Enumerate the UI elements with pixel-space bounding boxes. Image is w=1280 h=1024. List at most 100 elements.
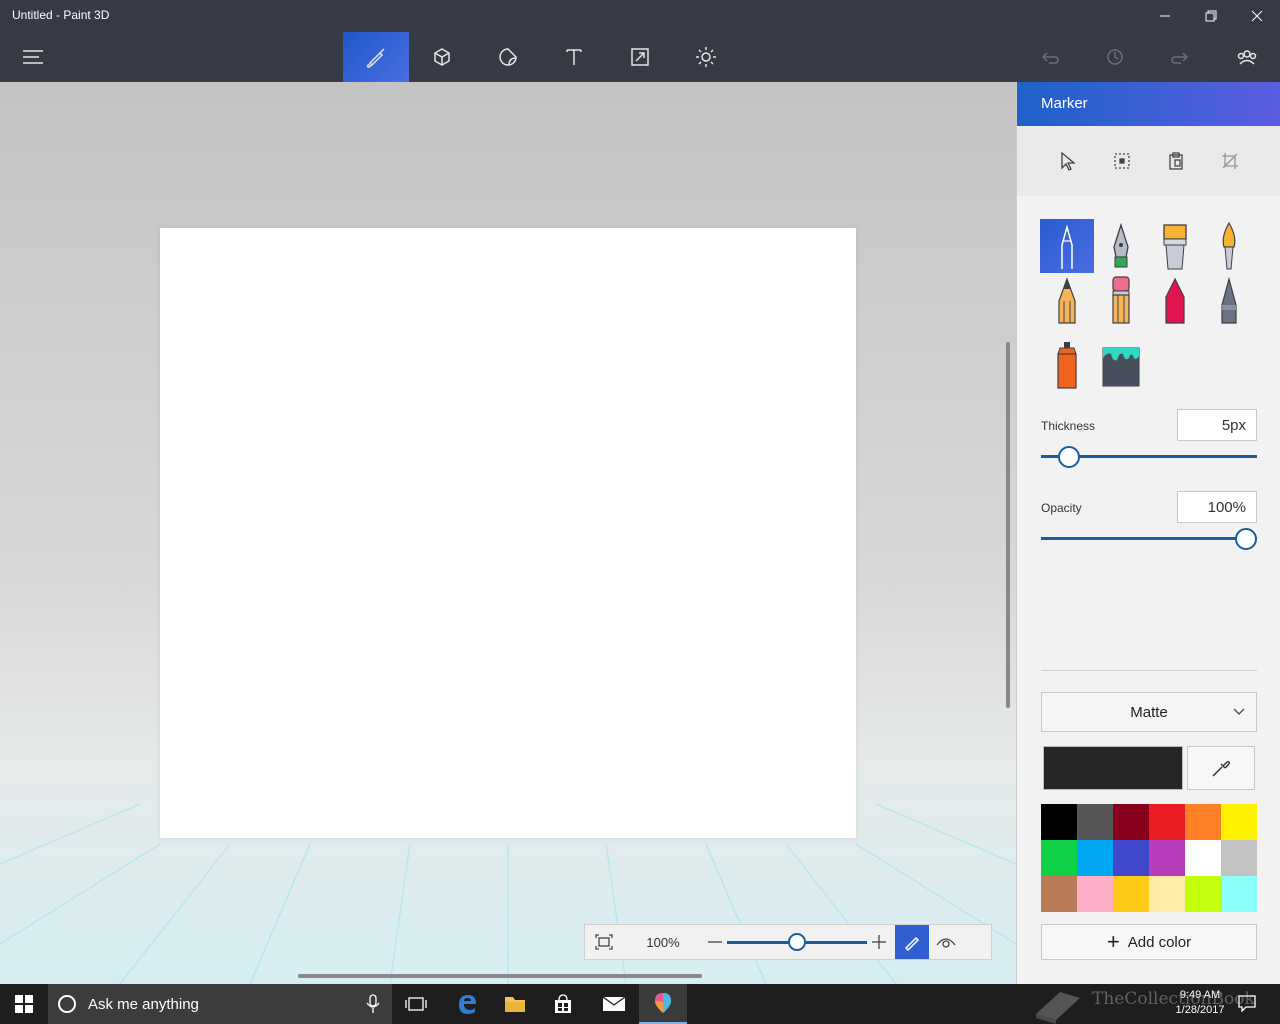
minimize-icon (1160, 15, 1170, 17)
palette-swatch[interactable] (1041, 876, 1077, 912)
palette-swatch[interactable] (1041, 840, 1077, 876)
mail-button[interactable] (590, 984, 638, 1024)
palette-swatch[interactable] (1113, 876, 1149, 912)
palette-swatch[interactable] (1077, 876, 1113, 912)
window-title: Untitled - Paint 3D (12, 8, 110, 22)
view-mode-button[interactable] (929, 925, 963, 959)
thickness-input[interactable]: 5px (1177, 409, 1257, 441)
pencil-icon (1058, 277, 1076, 324)
drawing-canvas[interactable] (160, 228, 856, 838)
palette-swatch[interactable] (1221, 876, 1257, 912)
marquee-tool-button[interactable] (1107, 146, 1137, 176)
palette-swatch[interactable] (1041, 804, 1077, 840)
palette-swatch[interactable] (1077, 840, 1113, 876)
task-view-icon (405, 997, 427, 1011)
thickness-slider-thumb[interactable] (1058, 446, 1080, 468)
palette-swatch[interactable] (1077, 804, 1113, 840)
palette-swatch[interactable] (1149, 876, 1185, 912)
edge-button[interactable] (443, 984, 491, 1024)
opacity-slider-thumb[interactable] (1235, 528, 1257, 550)
draw-mode-button[interactable] (895, 925, 929, 959)
palette-swatch[interactable] (1221, 840, 1257, 876)
tab-3d-objects[interactable] (409, 32, 475, 82)
opacity-input[interactable]: 100% (1177, 491, 1257, 523)
vertical-scrollbar[interactable] (1006, 342, 1010, 708)
title-bar: Untitled - Paint 3D (0, 0, 1280, 32)
zoom-out-button[interactable] (703, 925, 727, 959)
pixel-pen-icon (1221, 276, 1237, 324)
palette-swatch[interactable] (1185, 840, 1221, 876)
hamburger-icon (23, 50, 43, 64)
brush-icon (366, 48, 385, 68)
task-view-button[interactable] (392, 984, 440, 1024)
crop-tool-button[interactable] (1215, 146, 1245, 176)
close-button[interactable] (1234, 0, 1280, 32)
panel-title: Marker (1017, 82, 1280, 126)
minimize-button[interactable] (1142, 0, 1188, 32)
brush-spray-can[interactable] (1040, 338, 1094, 392)
palette-swatch[interactable] (1149, 840, 1185, 876)
file-explorer-icon (505, 997, 525, 1012)
brush-calligraphy-pen[interactable] (1094, 219, 1148, 273)
opacity-slider[interactable] (1041, 527, 1257, 551)
tab-brushes[interactable] (343, 32, 409, 82)
brush-fill[interactable] (1094, 338, 1148, 392)
color-palette (1041, 804, 1257, 912)
brush-oil[interactable] (1148, 219, 1202, 273)
community-button[interactable] (1214, 32, 1280, 82)
history-button[interactable] (1082, 32, 1148, 82)
fit-to-screen-button[interactable] (585, 925, 623, 959)
palette-swatch[interactable] (1113, 804, 1149, 840)
marker-icon (1061, 224, 1073, 269)
restore-icon (1205, 10, 1217, 22)
restore-button[interactable] (1188, 0, 1234, 32)
brush-watercolor[interactable] (1202, 219, 1256, 273)
brush-eraser[interactable] (1094, 273, 1148, 327)
palette-swatch[interactable] (1185, 804, 1221, 840)
eyedropper-button[interactable] (1187, 746, 1255, 790)
thickness-slider[interactable] (1041, 445, 1257, 469)
brush-marker[interactable] (1040, 219, 1094, 273)
marquee-icon (1114, 153, 1130, 169)
tab-text[interactable] (541, 32, 607, 82)
undo-button[interactable] (1016, 32, 1082, 82)
store-button[interactable] (539, 984, 587, 1024)
mail-icon (602, 996, 626, 1011)
plus-icon (872, 935, 886, 949)
zoom-in-button[interactable] (867, 925, 891, 959)
microphone-icon[interactable] (366, 994, 380, 1014)
tab-stickers[interactable] (475, 32, 541, 82)
palette-swatch[interactable] (1113, 840, 1149, 876)
zoom-slider-thumb[interactable] (788, 933, 806, 951)
zoom-bar: 100% (584, 924, 992, 960)
paint3d-icon (655, 993, 671, 1013)
select-tool-button[interactable] (1053, 146, 1083, 176)
palette-swatch[interactable] (1185, 876, 1221, 912)
eraser-icon (1112, 276, 1130, 324)
add-color-label: Add color (1127, 933, 1192, 951)
redo-button[interactable] (1148, 32, 1214, 82)
current-color-swatch[interactable] (1043, 746, 1183, 790)
file-explorer-button[interactable] (491, 984, 539, 1024)
tab-effects[interactable] (673, 32, 739, 82)
sun-icon (696, 47, 716, 67)
tab-canvas[interactable] (607, 32, 673, 82)
brush-pixel-pen[interactable] (1202, 273, 1256, 327)
add-color-button[interactable]: + Add color (1041, 924, 1257, 960)
menu-button[interactable] (0, 32, 66, 82)
paste-tool-button[interactable] (1161, 146, 1191, 176)
horizontal-scrollbar[interactable] (298, 974, 702, 978)
zoom-slider[interactable] (727, 925, 867, 959)
main-toolbar (0, 32, 1280, 82)
paint3d-button[interactable] (639, 984, 687, 1024)
calligraphy-pen-icon (1113, 222, 1129, 268)
brush-pencil[interactable] (1040, 273, 1094, 327)
palette-swatch[interactable] (1149, 804, 1185, 840)
brush-crayon[interactable] (1148, 273, 1202, 327)
start-button[interactable] (0, 984, 48, 1024)
cortana-icon (58, 995, 76, 1013)
crayon-icon (1165, 277, 1185, 324)
finish-dropdown[interactable]: Matte (1041, 692, 1257, 732)
cortana-search[interactable]: Ask me anything (48, 984, 392, 1024)
palette-swatch[interactable] (1221, 804, 1257, 840)
